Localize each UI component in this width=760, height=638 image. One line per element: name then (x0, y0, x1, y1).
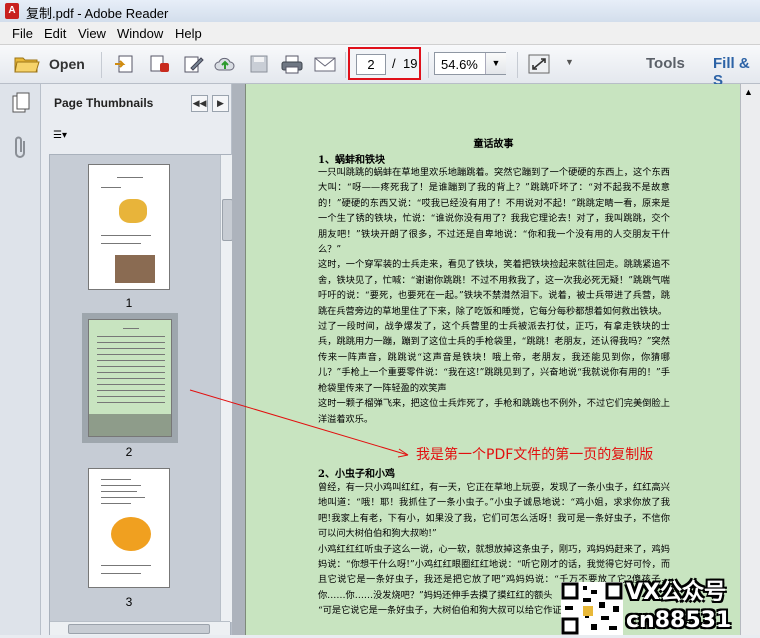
watermark-line: cn88531 (626, 608, 732, 633)
watermark-line: VX公众号 (626, 580, 726, 605)
qr-code-icon (561, 582, 623, 635)
watermark: VX公众号 cn88531 (626, 579, 760, 635)
annotation-arrow (189, 389, 409, 458)
annotation-label: 我是第一个PDF文件的第一页的复制版 (416, 447, 654, 463)
